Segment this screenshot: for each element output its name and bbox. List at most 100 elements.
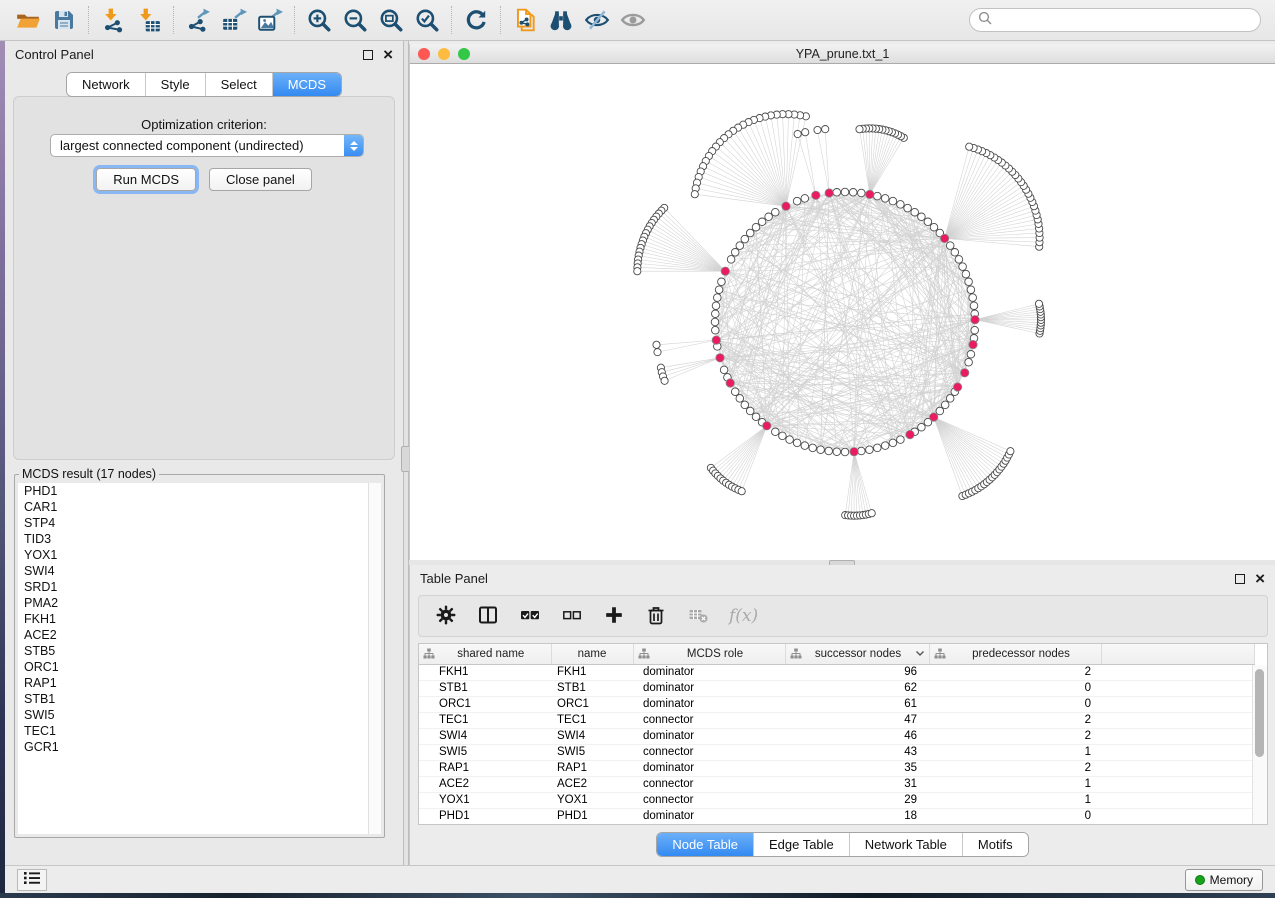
result-node-item[interactable]: ACE2 [18,627,381,643]
column-header-predecessor-nodes[interactable]: predecessor nodes [929,644,1101,664]
clone-network-button[interactable] [507,4,543,36]
hide-selected-button[interactable] [579,4,615,36]
result-node-item[interactable]: SWI4 [18,563,381,579]
binoculars-icon [547,7,575,33]
table-row[interactable]: SWI4SWI4dominator462 [419,728,1254,744]
eye-slash-icon [584,7,610,33]
table-row[interactable]: ACE2ACE2connector311 [419,776,1254,792]
zoom-out-button[interactable] [337,4,373,36]
result-list-scrollbar[interactable] [368,483,381,834]
zoom-in-button[interactable] [301,4,337,36]
show-columns-button[interactable] [477,604,499,629]
cell-predecessor-nodes: 1 [929,744,1101,760]
table-row[interactable]: YOX1YOX1connector291 [419,792,1254,808]
table-row[interactable]: STB1STB1dominator620 [419,680,1254,696]
cell-successor-nodes: 35 [785,760,929,776]
result-node-item[interactable]: STB1 [18,691,381,707]
result-node-item[interactable]: TEC1 [18,723,381,739]
column-header-shared-name[interactable]: shared name [419,644,551,664]
tab-select[interactable]: Select [205,73,272,96]
zoom-fit-button[interactable] [373,4,409,36]
result-node-item[interactable]: PHD1 [18,483,381,499]
cell-successor-nodes: 18 [785,808,929,824]
dropdown-stepper-icon [344,135,363,156]
cell-successor-nodes: 62 [785,680,929,696]
close-panel-icon[interactable]: × [1255,574,1265,584]
result-node-item[interactable]: YOX1 [18,547,381,563]
result-node-item[interactable]: TID3 [18,531,381,547]
zoom-selected-button[interactable] [409,4,445,36]
select-all-button[interactable] [519,604,541,629]
zoom-selected-icon [414,7,440,33]
column-type-icon [638,648,650,660]
tab-network[interactable]: Network [67,73,145,96]
result-node-item[interactable]: FKH1 [18,611,381,627]
result-node-item[interactable]: ORC1 [18,659,381,675]
result-node-item[interactable]: CAR1 [18,499,381,515]
table-scrollbar-thumb[interactable] [1255,669,1264,757]
table-row[interactable]: FKH1FKH1dominator962 [419,664,1254,680]
task-history-button[interactable] [17,869,47,891]
table-tab-motifs[interactable]: Motifs [962,833,1028,856]
cell-shared-name: SWI5 [419,744,551,760]
show-all-button[interactable] [615,4,651,36]
tab-style[interactable]: Style [145,73,205,96]
close-panel-button[interactable]: Close panel [209,168,312,191]
result-node-item[interactable]: GCR1 [18,739,381,755]
open-session-button[interactable] [10,4,46,36]
cell-predecessor-nodes: 1 [929,792,1101,808]
column-header-mcds-role[interactable]: MCDS role [633,644,785,664]
table-scrollbar[interactable] [1252,665,1267,824]
network-search-box[interactable] [969,8,1261,32]
tab-mcds[interactable]: MCDS [272,73,341,96]
run-mcds-button[interactable]: Run MCDS [96,168,196,191]
search-input[interactable] [998,13,1252,27]
delete-table-icon [687,604,709,629]
cell-successor-nodes: 47 [785,712,929,728]
export-network-button[interactable] [180,4,216,36]
result-node-item[interactable]: PMA2 [18,595,381,611]
network-canvas[interactable] [410,64,1275,560]
export-table-button[interactable] [216,4,252,36]
network-graph[interactable] [410,64,1275,560]
table-settings-button[interactable] [435,604,457,629]
delete-row-button[interactable] [645,604,667,629]
table-row[interactable]: PHD1PHD1dominator180 [419,808,1254,824]
float-panel-icon[interactable] [363,50,373,60]
network-window-titlebar[interactable]: YPA_prune.txt_1 [410,44,1275,64]
column-header-name[interactable]: name [551,644,633,664]
column-header-label: successor nodes [802,648,915,660]
result-node-item[interactable]: STP4 [18,515,381,531]
table-tab-edge-table[interactable]: Edge Table [753,833,849,856]
refresh-button[interactable] [458,4,494,36]
column-header-successor-nodes[interactable]: successor nodes [785,644,929,664]
result-node-item[interactable]: STB5 [18,643,381,659]
import-table-button[interactable] [131,4,167,36]
cell-name: YOX1 [551,792,633,808]
cell-predecessor-nodes: 2 [929,664,1101,680]
criterion-dropdown[interactable]: largest connected component (undirected) [50,134,364,157]
table-row[interactable]: ORC1ORC1dominator610 [419,696,1254,712]
mcds-result-list[interactable]: PHD1CAR1STP4TID3YOX1SWI4SRD1PMA2FKH1ACE2… [18,483,381,834]
function-builder-button: f(x) [729,606,758,626]
import-network-button[interactable] [95,4,131,36]
import-network-icon [100,7,126,33]
export-image-button[interactable] [252,4,288,36]
memory-button[interactable]: Memory [1185,869,1263,891]
save-session-button[interactable] [46,4,82,36]
sort-desc-icon [915,650,925,657]
table-tab-node-table[interactable]: Node Table [657,833,753,856]
table-row[interactable]: TEC1TEC1connector472 [419,712,1254,728]
cell-name: ORC1 [551,696,633,712]
search-network-button[interactable] [543,4,579,36]
close-panel-icon[interactable]: × [383,50,393,60]
result-node-item[interactable]: SWI5 [18,707,381,723]
table-row[interactable]: SWI5SWI5connector431 [419,744,1254,760]
result-node-item[interactable]: SRD1 [18,579,381,595]
add-row-button[interactable] [603,604,625,629]
table-row[interactable]: RAP1RAP1dominator352 [419,760,1254,776]
deselect-all-button[interactable] [561,604,583,629]
table-tab-network-table[interactable]: Network Table [849,833,962,856]
result-node-item[interactable]: RAP1 [18,675,381,691]
float-panel-icon[interactable] [1235,574,1245,584]
